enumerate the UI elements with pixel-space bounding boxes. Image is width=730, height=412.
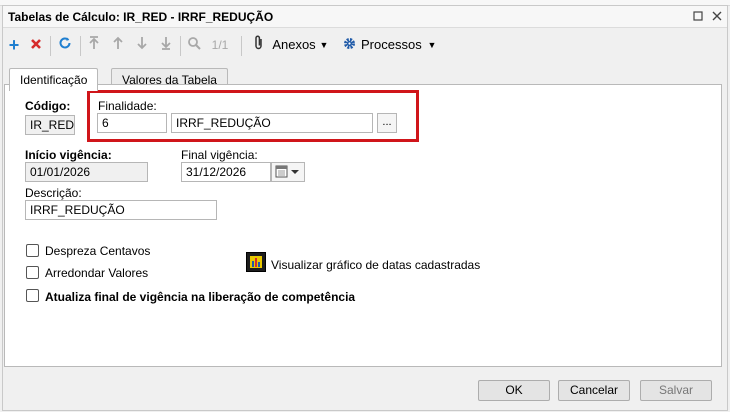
next-record-icon[interactable] (133, 34, 151, 56)
toolbar-separator (50, 36, 51, 56)
atualiza-final-vigencia-label: Atualiza final de vigência na liberação … (45, 290, 356, 304)
finalidade-browse-button[interactable]: ... (377, 113, 397, 133)
cancel-button[interactable]: Cancelar (558, 380, 630, 401)
finalidade-code-field[interactable]: 6 (97, 113, 167, 133)
inicio-vigencia-field[interactable]: 01/01/2026 (25, 162, 148, 182)
calendar-dropdown[interactable] (271, 162, 305, 182)
chevron-down-icon[interactable]: ▼ (317, 34, 331, 56)
toolbar: + 1/1 Anexos ▼ Processos ▼ (3, 30, 727, 60)
codigo-field[interactable]: IR_RED (25, 115, 75, 135)
chevron-down-icon[interactable]: ▼ (425, 34, 439, 56)
atualiza-final-vigencia-checkbox[interactable] (26, 289, 39, 302)
toolbar-separator (241, 36, 242, 56)
window-title: Tabelas de Cálculo: IR_RED - IRRF_REDUÇÃ… (8, 10, 274, 24)
tab-identificacao[interactable]: Identificação (9, 68, 99, 91)
inicio-vigencia-label: Início vigência: (25, 148, 112, 162)
delete-icon[interactable] (27, 34, 45, 56)
arredondar-valores-checkbox[interactable] (26, 266, 39, 279)
save-button[interactable]: Salvar (640, 380, 712, 401)
final-vigencia-label: Final vigência: (181, 148, 258, 162)
previous-record-icon[interactable] (109, 34, 127, 56)
maximize-icon[interactable] (689, 8, 707, 26)
identificacao-panel: Código: IR_RED Finalidade: 6 IRRF_REDUÇÃ… (4, 84, 722, 367)
paperclip-icon[interactable] (251, 34, 267, 56)
search-icon[interactable] (184, 34, 204, 56)
despreza-centavos-checkbox[interactable] (26, 244, 39, 257)
ok-button[interactable]: OK (478, 380, 550, 401)
title-bar: Tabelas de Cálculo: IR_RED - IRRF_REDUÇÃ… (3, 6, 727, 28)
descricao-field[interactable]: IRRF_REDUÇÃO (25, 200, 217, 220)
toolbar-separator (80, 36, 81, 56)
first-record-icon[interactable] (85, 34, 103, 56)
last-record-icon[interactable] (157, 34, 175, 56)
add-icon[interactable]: + (5, 34, 23, 56)
close-icon[interactable] (708, 8, 726, 26)
finalidade-label: Finalidade: (98, 99, 157, 113)
refresh-icon[interactable] (55, 34, 75, 56)
toolbar-separator (180, 36, 181, 56)
final-vigencia-field[interactable]: 31/12/2026 (181, 162, 271, 182)
finalidade-description-field[interactable]: IRRF_REDUÇÃO (171, 113, 373, 133)
descricao-label: Descrição: (25, 186, 82, 200)
codigo-label: Código: (25, 99, 71, 113)
arredondar-valores-label: Arredondar Valores (45, 266, 149, 280)
page-indicator: 1/1 (211, 38, 229, 52)
chart-icon[interactable] (246, 252, 266, 272)
visualizar-grafico-link[interactable]: Visualizar gráfico de datas cadastradas (271, 258, 480, 272)
gear-icon[interactable] (341, 34, 357, 56)
anexos-menu[interactable]: Anexos (271, 34, 317, 56)
calendar-icon (275, 165, 299, 178)
processos-menu[interactable]: Processos (361, 34, 422, 56)
despreza-centavos-label: Despreza Centavos (45, 244, 151, 258)
